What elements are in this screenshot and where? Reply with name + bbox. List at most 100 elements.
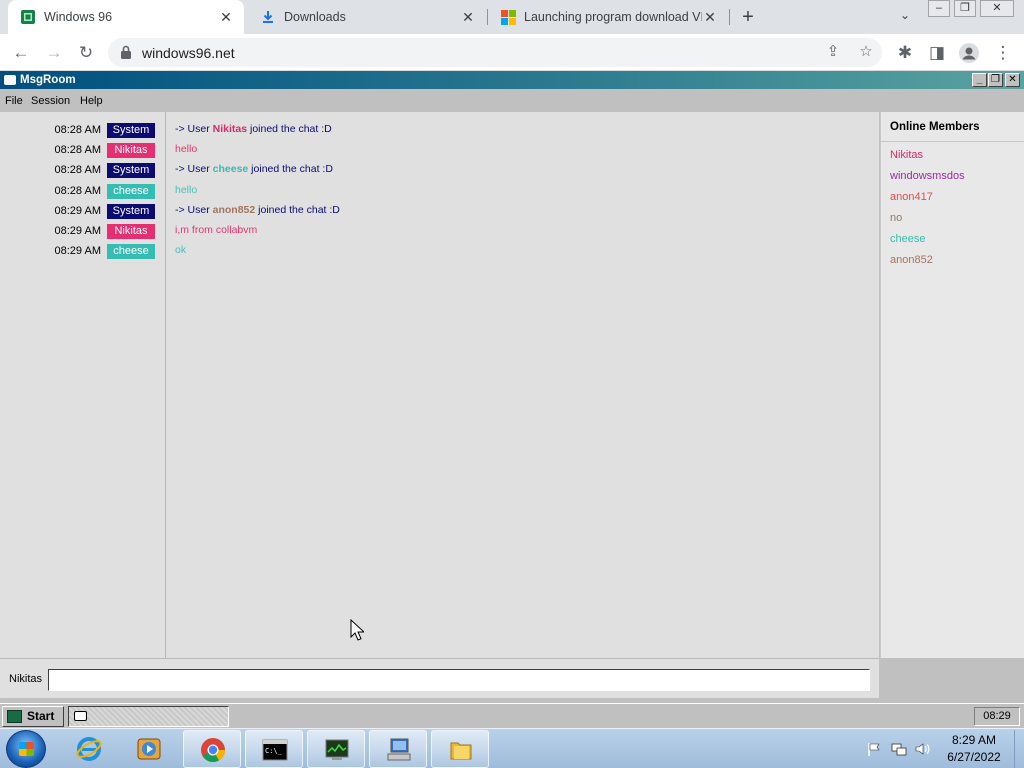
system-clock-date[interactable]: 6/27/2022 bbox=[938, 750, 1010, 764]
restore-window-icon[interactable]: ❐ bbox=[954, 0, 976, 17]
message-time: 08:29 AM bbox=[54, 205, 101, 217]
extensions-puzzle-icon[interactable]: ✱ bbox=[892, 40, 918, 66]
taskbar-internet-explorer[interactable] bbox=[60, 730, 118, 768]
share-icon[interactable]: ⇪ bbox=[823, 42, 843, 62]
download-icon bbox=[260, 9, 276, 25]
windows-start-orb[interactable] bbox=[6, 730, 46, 768]
member-item[interactable]: windowsmsdos bbox=[890, 170, 965, 182]
system-clock-time[interactable]: 8:29 AM bbox=[938, 733, 1010, 747]
start-button[interactable]: Start bbox=[2, 706, 64, 727]
message-username: cheese bbox=[212, 163, 249, 175]
message-user-badge[interactable]: System bbox=[107, 203, 155, 219]
back-arrow-icon[interactable]: ← bbox=[8, 40, 34, 66]
message-meta: 08:28 AM cheese bbox=[55, 183, 155, 199]
browser-menu-kebab-icon[interactable]: ⋮ bbox=[990, 40, 1016, 66]
msgroom-titlebar[interactable]: MsgRoom _ ❐ ✕ bbox=[0, 71, 1024, 89]
taskbar-remote-desktop[interactable] bbox=[369, 730, 427, 768]
message-user-badge[interactable]: Nikitas bbox=[107, 223, 155, 239]
tab-separator bbox=[729, 9, 730, 25]
command-prompt-icon: C:\_ bbox=[262, 739, 288, 761]
message-meta: 08:28 AM System bbox=[55, 162, 155, 178]
message-user-badge[interactable]: cheese bbox=[107, 243, 155, 259]
forward-arrow-icon[interactable]: → bbox=[41, 40, 67, 66]
browser-tab-bar: Windows 96 ✕ Downloads ✕ Launching progr… bbox=[0, 0, 1024, 34]
computer-icon bbox=[387, 738, 411, 761]
menu-file[interactable]: File bbox=[5, 95, 23, 107]
show-desktop-button[interactable] bbox=[1014, 730, 1024, 768]
taskbar-command-prompt[interactable]: C:\_ bbox=[245, 730, 303, 768]
member-item[interactable]: no bbox=[890, 212, 902, 224]
menu-help[interactable]: Help bbox=[80, 95, 103, 107]
reload-icon[interactable]: ↻ bbox=[73, 40, 99, 66]
message-input-bar: Nikitas bbox=[0, 658, 879, 698]
win96-taskbar: Start 08:29 bbox=[0, 703, 1024, 728]
message-text: -> User cheese joined the chat :D bbox=[175, 163, 333, 175]
tab-title: Launching program download VI bbox=[524, 10, 702, 24]
message-username: Nikitas bbox=[212, 123, 248, 135]
microsoft-icon bbox=[500, 9, 516, 25]
maximize-icon[interactable]: ❐ bbox=[988, 73, 1003, 87]
online-members-panel: Online Members Nikitas windowsmsdos anon… bbox=[880, 112, 1024, 658]
action-center-flag-icon[interactable] bbox=[866, 741, 882, 757]
volume-icon[interactable] bbox=[914, 741, 930, 757]
tab-downloads[interactable]: Downloads ✕ bbox=[248, 0, 486, 34]
minimize-window-icon[interactable]: – bbox=[928, 0, 950, 17]
tab-windows96[interactable]: Windows 96 ✕ bbox=[8, 0, 244, 34]
minimize-icon[interactable]: _ bbox=[972, 73, 987, 87]
taskbar-media-player[interactable] bbox=[120, 730, 178, 768]
message-input[interactable] bbox=[48, 669, 870, 691]
message-meta: 08:29 AM Nikitas bbox=[55, 223, 155, 239]
message-user-badge[interactable]: cheese bbox=[107, 183, 155, 199]
chat-bubble-icon bbox=[74, 711, 87, 721]
menu-session[interactable]: Session bbox=[31, 95, 70, 107]
member-item[interactable]: anon852 bbox=[890, 254, 933, 266]
member-item[interactable]: Nikitas bbox=[890, 149, 923, 161]
chat-messages[interactable]: 08:28 AM System 08:28 AM Nikitas 08:28 A… bbox=[0, 112, 879, 658]
win96-logo-icon bbox=[7, 710, 22, 723]
bookmark-star-icon[interactable]: ☆ bbox=[856, 42, 876, 62]
message-text: i,m from collabvm bbox=[175, 224, 258, 236]
close-window-icon[interactable]: ✕ bbox=[980, 0, 1014, 17]
message-user-badge[interactable]: Nikitas bbox=[107, 142, 155, 158]
window-title: MsgRoom bbox=[20, 74, 76, 86]
tab-title: Windows 96 bbox=[44, 10, 113, 24]
lock-icon bbox=[121, 45, 131, 59]
close-tab-icon[interactable]: ✕ bbox=[702, 9, 718, 26]
address-bar[interactable]: windows96.net ⇪ ☆ bbox=[108, 38, 882, 67]
message-time: 08:29 AM bbox=[54, 245, 101, 257]
message-user-badge[interactable]: System bbox=[107, 122, 155, 138]
message-time: 08:28 AM bbox=[54, 144, 101, 156]
message-time: 08:28 AM bbox=[54, 164, 101, 176]
message-text: hello bbox=[175, 184, 198, 196]
taskbar-file-explorer[interactable] bbox=[431, 730, 489, 768]
folder-icon bbox=[450, 742, 472, 760]
tab-search-chevron-icon[interactable]: ⌄ bbox=[896, 8, 914, 26]
message-meta-column: 08:28 AM System 08:28 AM Nikitas 08:28 A… bbox=[0, 112, 166, 658]
new-tab-button[interactable]: + bbox=[736, 5, 760, 29]
taskbar-task-manager[interactable] bbox=[307, 730, 365, 768]
network-icon[interactable] bbox=[891, 741, 907, 757]
close-tab-icon[interactable]: ✕ bbox=[460, 9, 476, 26]
media-player-icon bbox=[137, 738, 161, 760]
member-item[interactable]: anon417 bbox=[890, 191, 933, 203]
side-panel-icon[interactable]: ◨ bbox=[924, 40, 950, 66]
taskbar-chrome[interactable] bbox=[183, 730, 241, 768]
message-meta: 08:29 AM System bbox=[55, 203, 155, 219]
member-item[interactable]: cheese bbox=[890, 233, 925, 245]
tab-launching-program[interactable]: Launching program download VI ✕ bbox=[488, 0, 728, 34]
message-text: -> User Nikitas joined the chat :D bbox=[175, 123, 332, 135]
close-tab-icon[interactable]: ✕ bbox=[218, 9, 234, 26]
message-meta: 08:29 AM cheese bbox=[55, 243, 155, 259]
tab-title: Downloads bbox=[284, 10, 346, 24]
start-label: Start bbox=[27, 709, 55, 723]
message-text: -> User anon852 joined the chat :D bbox=[175, 204, 340, 216]
close-icon[interactable]: ✕ bbox=[1005, 73, 1020, 87]
windows7-taskbar: C:\_ 8:29 AM 6/27/2022 bbox=[0, 728, 1024, 768]
profile-avatar-icon[interactable] bbox=[956, 40, 982, 66]
message-user-badge[interactable]: System bbox=[107, 162, 155, 178]
svg-text:C:\_: C:\_ bbox=[265, 747, 283, 755]
chrome-icon bbox=[201, 738, 225, 763]
message-username: anon852 bbox=[212, 204, 256, 216]
taskbar-msgroom-button[interactable] bbox=[68, 706, 229, 727]
task-manager-icon bbox=[325, 739, 349, 760]
